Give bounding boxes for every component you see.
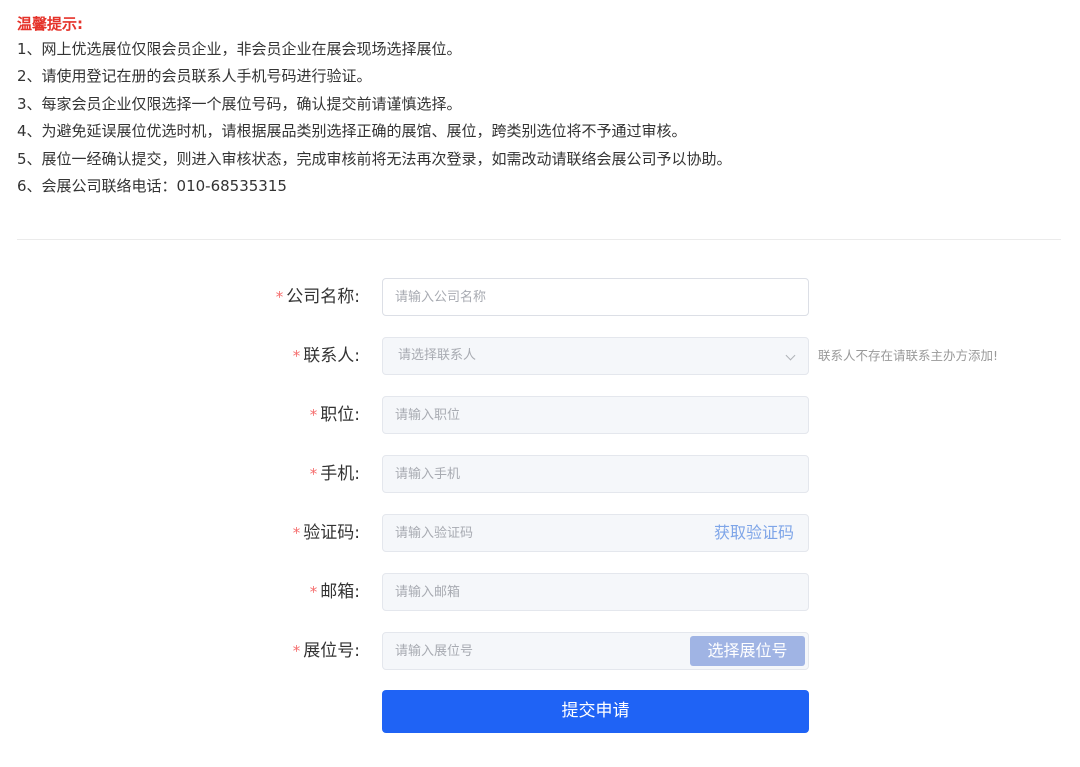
contact-select[interactable]: 请选择联系人	[382, 337, 809, 375]
notice-line-6: 6、会展公司联络电话：010-68535315	[17, 176, 287, 195]
submit-button[interactable]: 提交申请	[382, 690, 809, 733]
company-label: * 公司名称:	[276, 278, 360, 316]
contact-label: * 联系人:	[293, 337, 360, 375]
notice-section: 温馨提示: 1、网上优选展位仅限会员企业，非会员企业在展会现场选择展位。 2、请…	[17, 12, 1057, 200]
required-mark: *	[309, 465, 318, 483]
email-row: * 邮箱:	[0, 573, 1080, 611]
select-booth-button[interactable]: 选择展位号	[690, 636, 805, 666]
contact-label-text: 联系人:	[303, 346, 360, 366]
position-input[interactable]	[383, 397, 808, 433]
code-input[interactable]	[383, 515, 683, 551]
email-label-text: 邮箱:	[320, 582, 360, 602]
required-mark: *	[309, 583, 318, 601]
phone-row: * 手机:	[0, 455, 1080, 493]
email-input[interactable]	[383, 574, 808, 610]
contact-row: * 联系人: 请选择联系人 联系人不存在请联系主办方添加!	[0, 337, 1080, 375]
position-field	[382, 396, 809, 434]
required-mark: *	[292, 524, 301, 542]
company-row: * 公司名称:	[0, 278, 1080, 316]
get-code-button[interactable]: 获取验证码	[714, 515, 794, 551]
contact-hint: 联系人不存在请联系主办方添加!	[818, 348, 999, 363]
notice-line-2: 2、请使用登记在册的会员联系人手机号码进行验证。	[17, 67, 372, 86]
phone-input[interactable]	[383, 456, 808, 492]
company-field	[382, 278, 809, 316]
notice-title: 温馨提示:	[17, 15, 83, 33]
booth-row: *展位号: 选择展位号	[0, 632, 1080, 670]
required-mark: *	[292, 347, 301, 365]
code-field: 获取验证码	[382, 514, 809, 552]
phone-label-text: 手机:	[320, 464, 360, 484]
notice-line-4: 4、为避免延误展位优选时机，请根据展品类别选择正确的展馆、展位，跨类别选位将不予…	[17, 122, 687, 141]
position-label-text: 职位:	[320, 405, 360, 425]
section-divider	[17, 239, 1061, 240]
notice-line-3: 3、每家会员企业仅限选择一个展位号码，确认提交前请谨慎选择。	[17, 94, 462, 113]
contact-select-placeholder: 请选择联系人	[398, 348, 477, 363]
company-input[interactable]	[383, 279, 808, 315]
booth-field: 选择展位号	[382, 632, 809, 670]
booth-input[interactable]	[383, 633, 683, 669]
code-row: *验证码: 获取验证码	[0, 514, 1080, 552]
phone-field	[382, 455, 809, 493]
booth-label: * 展位号:	[293, 632, 360, 670]
position-row: * 职位:	[0, 396, 1080, 434]
email-field	[382, 573, 809, 611]
code-label: * 验证码:	[293, 514, 360, 552]
email-label: * 邮箱:	[310, 573, 360, 611]
company-label-text: 公司名称:	[286, 287, 360, 307]
code-label-text: 验证码:	[303, 523, 360, 543]
booth-label-text: 展位号:	[303, 641, 360, 661]
position-label: * 职位:	[310, 396, 360, 434]
notice-line-1: 1、网上优选展位仅限会员企业，非会员企业在展会现场选择展位。	[17, 40, 462, 58]
notice-line-5: 5、展位一经确认提交，则进入审核状态，完成审核前将无法再次登录，如需改动请联络会…	[17, 149, 732, 168]
phone-label: * 手机:	[310, 455, 360, 493]
required-mark: *	[292, 642, 301, 660]
chevron-down-icon	[785, 350, 796, 361]
required-mark: *	[275, 288, 284, 306]
required-mark: *	[309, 406, 318, 424]
